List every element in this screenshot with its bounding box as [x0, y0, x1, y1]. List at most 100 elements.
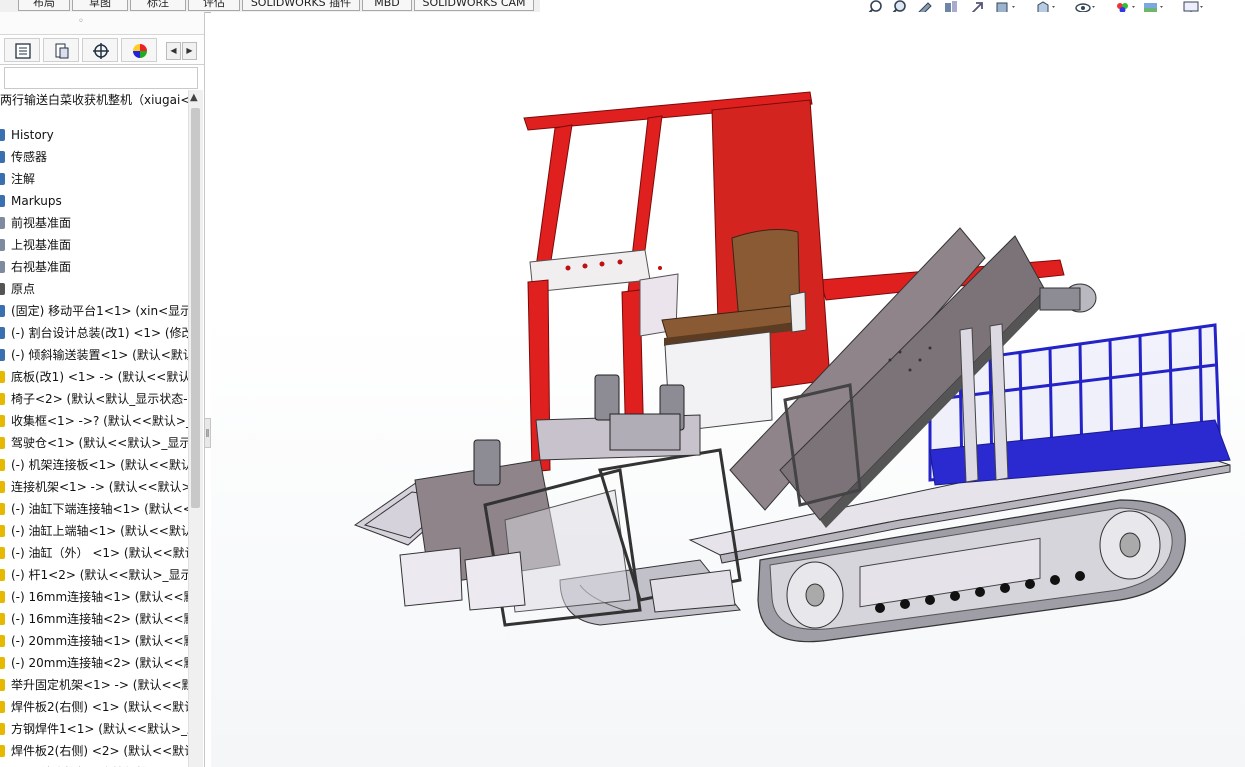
tree-item-label: (-) 割台设计总装(改1) <1> (修改 [11, 326, 188, 340]
history-icon [0, 129, 5, 141]
graphics-area[interactable] [211, 12, 1245, 767]
tree-item[interactable]: 驾驶仓<1> (默认<<默认>_显示 [0, 432, 188, 454]
tree-root-assembly[interactable]: 两行输送白菜收获机整机（xiugai< [0, 90, 188, 110]
tree-item[interactable]: (-) 机架连接板<1> (默认<<默认 [0, 454, 188, 476]
part-icon [0, 415, 5, 427]
tab-dimension[interactable]: 标注 [130, 0, 186, 11]
tree-item[interactable]: (-) 油缸（外） <1> (默认<<默认 [0, 542, 188, 564]
tree-item-label: 右视基准面 [11, 260, 72, 274]
tree-item[interactable]: 传感器 [0, 146, 188, 168]
part-icon [0, 393, 5, 405]
tree-item-label: 举升固定机架<1> -> (默认<<默 [11, 678, 188, 692]
sensor-icon [0, 151, 5, 163]
configuration-manager-tab[interactable] [82, 38, 118, 62]
origin-icon [0, 283, 5, 295]
tree-item-label: 椅子<2> (默认<默认_显示状态-1 [11, 392, 188, 406]
tree-item[interactable]: 右视基准面 [0, 256, 188, 278]
tab-evaluate[interactable]: 评估 [188, 0, 240, 11]
tree-item[interactable]: 椅子<2> (默认<默认_显示状态-1 [0, 388, 188, 410]
tree-item-label: 连接机架<1> -> (默认<<默认> [11, 480, 188, 494]
tree-filter-input[interactable] [4, 67, 198, 89]
assembly-icon [0, 327, 5, 339]
tree-item-label: (固定) 移动平台1<1> (xin<显示 [11, 304, 188, 318]
tree-item-label: 方钢焊件1<1> (默认<<默认>_显 [11, 722, 188, 736]
harvester-3d-model[interactable] [211, 12, 1245, 767]
markup-icon [0, 195, 5, 207]
tree-item-label: Markups [11, 194, 62, 208]
plane-icon [0, 239, 5, 251]
tree-item[interactable]: (-) 油缸下端连接轴<1> (默认<< [0, 498, 188, 520]
part-icon [0, 547, 5, 559]
tree-item-label: 注解 [11, 172, 36, 186]
part-icon [0, 437, 5, 449]
tab-solidworks-cam[interactable]: SOLIDWORKS CAM [414, 0, 534, 11]
tree-item[interactable]: (-) 倾斜输送装置<1> (默认<默认 [0, 344, 188, 366]
tree-item-label: (-) 上端连接杆（方管焊接） <1> [11, 762, 188, 767]
tree-item[interactable]: (-) 割台设计总装(改1) <1> (修改 [0, 322, 188, 344]
feature-manager-tab[interactable] [4, 38, 40, 62]
tabs-scroll-right[interactable]: ▶ [182, 42, 197, 60]
tree-item-label: 传感器 [11, 150, 48, 164]
tree-item[interactable]: (固定) 移动平台1<1> (xin<显示 [0, 300, 188, 322]
tree-item[interactable]: 注解 [0, 168, 188, 190]
feature-manager-panel: ◦ ◀ ▶ 两行输送白菜收获机整机（xiugai< History 传感器注解 Ma… [0, 12, 205, 767]
tab-sketch[interactable]: 草图 [72, 0, 128, 11]
tree-vertical-scrollbar[interactable]: ▲ [188, 90, 203, 767]
tree-item[interactable]: 方钢焊件1<1> (默认<<默认>_显 [0, 718, 188, 740]
part-icon [0, 591, 5, 603]
property-manager-icon [55, 43, 69, 59]
motor [1039, 283, 1097, 313]
tree-item-label: (-) 油缸上端轴<1> (默认<<默认 [11, 524, 188, 538]
tree-item[interactable]: History [0, 124, 188, 146]
part-icon [0, 657, 5, 669]
tree-item[interactable]: (-) 油缸上端轴<1> (默认<<默认 [0, 520, 188, 542]
configuration-manager-icon [93, 43, 109, 59]
tree-item-label: 底板(改1) <1> -> (默认<<默认> [11, 370, 188, 384]
part-icon [0, 723, 5, 735]
feature-tree: 两行输送白菜收获机整机（xiugai< History 传感器注解 Markups 前… [0, 90, 188, 767]
tree-item[interactable]: (-) 20mm连接轴<1> (默认<<默 [0, 630, 188, 652]
tree-item[interactable]: (-) 16mm连接轴<1> (默认<<默 [0, 586, 188, 608]
tree-item[interactable]: 焊件板2(右侧) <1> (默认<<默认 [0, 696, 188, 718]
tree-item[interactable]: (-) 杆1<2> (默认<<默认>_显示 [0, 564, 188, 586]
tree-item[interactable]: 焊件板2(右侧) <2> (默认<<默认 [0, 740, 188, 762]
plane-icon [0, 217, 5, 229]
part-icon [0, 503, 5, 515]
tree-item[interactable]: 连接机架<1> -> (默认<<默认> [0, 476, 188, 498]
tabs-scroll-left[interactable]: ◀ [166, 42, 181, 60]
panel-splitter[interactable]: ‖ [204, 418, 211, 448]
tree-item[interactable]: 原点 [0, 278, 188, 300]
property-manager-tab[interactable] [43, 38, 79, 62]
tree-item-label: 前视基准面 [11, 216, 72, 230]
part-icon [0, 701, 5, 713]
tree-item[interactable]: (-) 20mm连接轴<2> (默认<<默 [0, 652, 188, 674]
tree-item[interactable]: Markups [0, 190, 188, 212]
tree-item[interactable]: 举升固定机架<1> -> (默认<<默 [0, 674, 188, 696]
display-manager-tab[interactable] [121, 38, 157, 62]
tree-item[interactable]: 上视基准面 [0, 234, 188, 256]
part-icon [0, 459, 5, 471]
tree-item-label: 上视基准面 [11, 238, 72, 252]
tree-item[interactable]: 收集框<1> ->? (默认<<默认>_ [0, 410, 188, 432]
plane-icon [0, 261, 5, 273]
tree-item-label: 焊件板2(右侧) <2> (默认<<默认 [11, 744, 188, 758]
tree-item[interactable]: 底板(改1) <1> -> (默认<<默认> [0, 366, 188, 388]
panel-grip[interactable]: ◦ [0, 12, 204, 35]
tree-item[interactable]: (-) 上端连接杆（方管焊接） <1> [0, 762, 188, 767]
tree-item-label: (-) 杆1<2> (默认<<默认>_显示 [11, 568, 188, 582]
tab-mbd[interactable]: MBD [362, 0, 412, 11]
display-manager-icon [133, 44, 147, 58]
part-icon [0, 613, 5, 625]
tree-item-label: History [11, 128, 54, 142]
cutting-header [353, 414, 742, 627]
tree-item-label: (-) 倾斜输送装置<1> (默认<默认 [11, 348, 188, 362]
assembly-icon [0, 305, 5, 317]
assembly-icon [0, 349, 5, 361]
tab-layout[interactable]: 布局 [18, 0, 70, 11]
scrollbar-thumb[interactable] [191, 108, 200, 508]
scroll-up-arrow[interactable]: ▲ [190, 92, 198, 103]
tree-item[interactable]: (-) 16mm连接轴<2> (默认<<默 [0, 608, 188, 630]
tab-solidworks-addins[interactable]: SOLIDWORKS 插件 [242, 0, 360, 11]
tree-item-label: (-) 油缸下端连接轴<1> (默认<< [11, 502, 188, 516]
tree-item[interactable]: 前视基准面 [0, 212, 188, 234]
